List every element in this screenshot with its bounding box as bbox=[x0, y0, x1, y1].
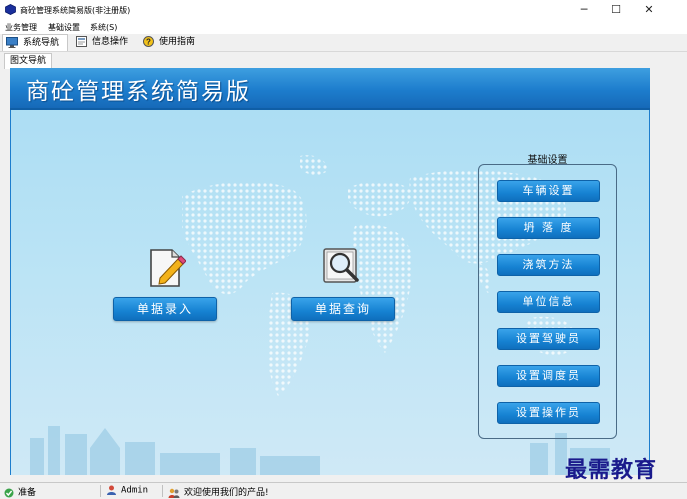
set-operator-button[interactable]: 设置操作员 bbox=[497, 402, 600, 424]
minimize-button[interactable]: ─ bbox=[569, 0, 599, 20]
document-entry-button[interactable]: 单据录入 bbox=[113, 297, 217, 321]
watermark: 最需教育 bbox=[565, 457, 658, 483]
menu-bar: 业务管理 基础设置 系统(S) bbox=[0, 20, 687, 34]
tool-label: 信息操作 bbox=[92, 37, 129, 47]
users-icon bbox=[168, 488, 180, 498]
menu-business[interactable]: 业务管理 bbox=[5, 22, 37, 33]
unit-info-button[interactable]: 单位信息 bbox=[497, 291, 600, 313]
status-bar: 准备 Admin 欢迎使用我们的产品! bbox=[0, 482, 687, 499]
set-driver-button[interactable]: 设置驾驶员 bbox=[497, 328, 600, 350]
maximize-button[interactable]: ☐ bbox=[601, 0, 631, 20]
check-icon bbox=[4, 488, 14, 497]
status-ready: 准备 bbox=[4, 485, 36, 498]
edit-document-icon[interactable] bbox=[148, 248, 186, 288]
tab-row: 图文导航 bbox=[0, 52, 687, 69]
magnifier-icon[interactable] bbox=[321, 246, 363, 288]
tool-label: 系统导航 bbox=[23, 38, 60, 48]
tab-graphic-navigation[interactable]: 图文导航 bbox=[4, 53, 53, 69]
close-button[interactable]: ✕ bbox=[634, 0, 664, 20]
slump-button[interactable]: 坍 落 度 bbox=[497, 217, 600, 239]
tool-info-operation[interactable]: 信息操作 bbox=[76, 34, 138, 50]
app-logo-icon bbox=[5, 4, 16, 15]
vehicle-settings-button[interactable]: 车辆设置 bbox=[497, 180, 600, 202]
tool-user-guide[interactable]: ? 使用指南 bbox=[143, 34, 205, 50]
window-title: 商砼管理系统简易版(非注册版) bbox=[20, 6, 131, 15]
tool-system-navigation[interactable]: 系统导航 bbox=[2, 34, 68, 51]
pouring-method-button[interactable]: 浇筑方法 bbox=[497, 254, 600, 276]
toolbar: 系统导航 信息操作 ? 使用指南 bbox=[0, 34, 687, 52]
menu-system[interactable]: 系统(S) bbox=[90, 22, 117, 33]
status-separator bbox=[100, 485, 101, 497]
menu-basic-settings[interactable]: 基础设置 bbox=[48, 22, 80, 33]
title-bar: 商砼管理系统简易版(非注册版) ─ ☐ ✕ bbox=[0, 0, 687, 20]
monitor-icon bbox=[6, 37, 18, 48]
basic-settings-group: 基础设置 车辆设置 坍 落 度 浇筑方法 单位信息 设置驾驶员 设置调度员 设置… bbox=[478, 155, 617, 439]
status-message: 欢迎使用我们的产品! bbox=[168, 485, 269, 498]
user-icon bbox=[107, 485, 116, 495]
basic-settings-title: 基础设置 bbox=[527, 155, 568, 166]
status-message-text: 欢迎使用我们的产品! bbox=[184, 488, 269, 498]
form-icon bbox=[76, 36, 87, 47]
document-query-button[interactable]: 单据查询 bbox=[291, 297, 395, 321]
status-user: Admin bbox=[106, 485, 148, 496]
status-ready-text: 准备 bbox=[18, 488, 37, 498]
status-user-text: Admin bbox=[121, 485, 149, 496]
navigation-panel: 商砼管理系统简易版 单据录入 单据查询 基础设置 车辆设置 坍 落 度 浇筑方法… bbox=[10, 68, 650, 475]
status-separator bbox=[162, 485, 163, 497]
tool-label: 使用指南 bbox=[159, 37, 196, 47]
help-icon: ? bbox=[143, 36, 154, 47]
set-dispatcher-button[interactable]: 设置调度员 bbox=[497, 365, 600, 387]
svg-text:?: ? bbox=[146, 38, 151, 47]
